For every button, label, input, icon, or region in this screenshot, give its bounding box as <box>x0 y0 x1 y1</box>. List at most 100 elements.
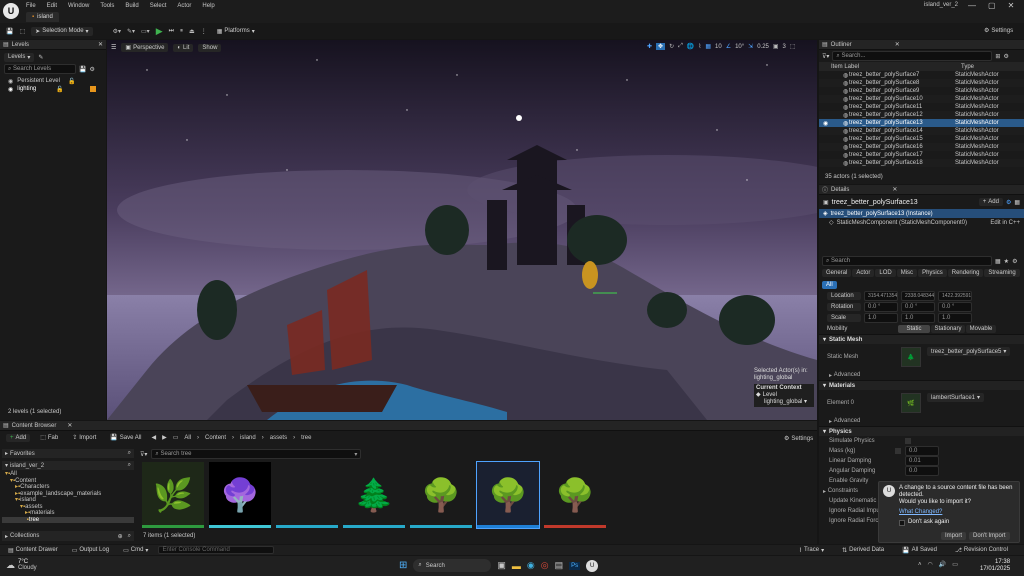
gear-icon[interactable]: ⚙ <box>89 66 94 73</box>
close-icon[interactable]: ✕ <box>1008 1 1015 10</box>
add-content-icon[interactable]: ▭▾ <box>141 28 150 35</box>
location-z[interactable]: 1422.392591 <box>938 290 972 301</box>
trace-button[interactable]: ⌇ Trace ▾ <box>795 546 828 555</box>
cinematics-icon[interactable]: ✎▾ <box>127 28 135 35</box>
derived-data-button[interactable]: ⇅ Derived Data <box>838 546 888 555</box>
output-log-button[interactable]: ▭ Output Log <box>68 546 113 555</box>
close-icon[interactable]: ✕ <box>98 41 106 48</box>
lock-icon[interactable]: 🔓 <box>68 78 75 85</box>
platforms-button[interactable]: ▦ Platforms ▾ <box>213 27 259 36</box>
filter-icon[interactable]: ⊽▾ <box>140 451 147 458</box>
actor-name-field[interactable]: treez_better_polySurface13 <box>832 199 918 206</box>
world-icon[interactable]: 🌐 <box>687 43 694 50</box>
photoshop-icon[interactable]: Ps <box>569 561 581 570</box>
pencil-icon[interactable]: ✎ <box>38 54 43 61</box>
menu-tools[interactable]: Tools <box>100 3 114 9</box>
menu-build[interactable]: Build <box>125 3 138 9</box>
menu-window[interactable]: Window <box>68 3 89 9</box>
grid-icon[interactable]: ▦ <box>1014 199 1020 206</box>
asset-search-input[interactable]: ⌕ Search tree ▾ <box>151 449 362 459</box>
lit-button[interactable]: ◐ Lit <box>173 43 194 52</box>
breadcrumb-island[interactable]: island <box>240 435 256 441</box>
asset-tile[interactable] <box>276 462 338 528</box>
eye-icon[interactable]: ◉ <box>823 120 831 127</box>
hamburger-menu-icon[interactable]: ☰ <box>111 44 116 51</box>
outliner-row[interactable]: ◍ treez_better_polySurface8 StaticMeshActo… <box>819 79 1024 87</box>
outliner-row[interactable]: ◍ treez_better_polySurface15 StaticMeshAct… <box>819 135 1024 143</box>
pause-icon[interactable]: ⏸ <box>180 28 183 35</box>
maximize-icon[interactable]: ▢ <box>988 1 996 10</box>
translate-icon[interactable]: ✥ <box>656 43 666 50</box>
rotate-icon[interactable]: ↻ <box>669 43 674 50</box>
static-mesh-advanced[interactable]: ▸ Advanced <box>819 370 1024 380</box>
asset-tile[interactable]: 🌿 <box>142 462 204 528</box>
component-instance-row[interactable]: ◈ treez_better_polySurface13 (Instance) <box>819 209 1024 218</box>
save-icon[interactable]: 💾 <box>79 66 86 73</box>
static-mesh-dropdown[interactable]: treez_better_polySurface5 ▾ <box>927 347 1011 356</box>
details-search-input[interactable]: ⌕ Search <box>822 256 992 266</box>
outliner-row[interactable]: ◍ treez_better_polySurface10 StaticMeshAct… <box>819 95 1024 103</box>
play-icon[interactable]: ▶ <box>156 26 163 37</box>
outliner-row[interactable]: ◍ treez_better_polySurface17 StaticMeshAct… <box>819 151 1024 159</box>
selection-mode-dropdown[interactable]: ➤ Selection Mode ▾ <box>31 26 93 36</box>
eye-icon[interactable]: ◉ <box>8 86 13 93</box>
show-button[interactable]: Show <box>198 43 222 52</box>
gear-icon[interactable]: ⚙ <box>1012 258 1017 265</box>
mobility-stationary[interactable]: Stationary <box>931 324 965 333</box>
project-tab[interactable]: ▪ island <box>26 12 59 22</box>
dont-ask-checkbox[interactable] <box>899 519 905 526</box>
mode-icon[interactable]: ⬚ <box>19 28 25 35</box>
rotation-y[interactable]: 0.0 ° <box>901 301 935 312</box>
outliner-tab[interactable]: ▤ Outliner ✕ <box>819 40 1024 50</box>
simulate-physics-checkbox[interactable] <box>905 438 911 444</box>
gear-icon[interactable]: ⚙ <box>1003 53 1008 60</box>
col-item-label[interactable]: Item Label <box>831 64 961 70</box>
outliner-row[interactable]: ◍ treez_better_polySurface9 StaticMeshActo… <box>819 87 1024 95</box>
eject-icon[interactable]: ⏏ <box>189 28 195 35</box>
rotation-dropdown[interactable]: Rotation <box>827 302 861 311</box>
battery-icon[interactable]: ▭ <box>952 561 958 568</box>
mobility-movable[interactable]: Movable <box>966 324 996 333</box>
lock-icon[interactable]: 🔓 <box>56 86 63 93</box>
store-icon[interactable]: ▤ <box>555 560 564 571</box>
star-icon[interactable]: ★ <box>1004 258 1009 265</box>
rotation-snap-icon[interactable]: ∠ <box>726 43 731 50</box>
add-icon[interactable]: ⊕ <box>118 533 123 540</box>
collections-section[interactable]: ▸ Collections ⊕ ⌕ <box>2 531 134 541</box>
outliner-row[interactable]: ◍ treez_better_polySurface14 StaticMeshAct… <box>819 127 1024 135</box>
windows-start-icon[interactable]: ⊞ <box>399 560 407 571</box>
minimize-icon[interactable]: — <box>968 1 976 10</box>
perspective-button[interactable]: ▣ Perspective <box>121 43 169 52</box>
content-drawer-button[interactable]: ▤ Content Drawer <box>4 546 62 555</box>
camera-speed-icon[interactable]: ▣ <box>773 43 779 50</box>
filter-misc[interactable]: Misc <box>896 269 918 278</box>
search-icon[interactable]: ⌕ <box>128 462 134 469</box>
dont-import-button[interactable]: Don't Import <box>969 532 1010 540</box>
breadcrumb-content[interactable]: Content <box>205 435 226 441</box>
weather-widget[interactable]: ☁ 7°C Cloudy <box>6 559 37 571</box>
menu-actor[interactable]: Actor <box>177 3 191 9</box>
scale-dropdown[interactable]: Scale <box>827 313 861 322</box>
materials-category[interactable]: ▾ Materials <box>819 380 1024 390</box>
favorites-section[interactable]: ▸ Favorites ⌕ <box>2 449 134 458</box>
component-row[interactable]: ◇ StaticMeshComponent (StaticMeshComponen… <box>819 218 1024 227</box>
content-settings-button[interactable]: ⚙ Settings <box>780 434 817 443</box>
save-icon[interactable]: 💾 <box>6 28 13 35</box>
levels-search-input[interactable]: ⌕ Search Levels <box>4 64 76 74</box>
taskbar-search[interactable]: ⌕ Search <box>413 559 492 572</box>
select-mode-icon[interactable]: ✚ <box>647 43 652 50</box>
content-browser-tab[interactable]: ▤ Content Browser ✕ <box>0 421 817 431</box>
menu-file[interactable]: File <box>26 3 36 9</box>
import-button[interactable]: Import <box>941 532 967 540</box>
outliner-row[interactable]: ◉ ◍ treez_better_polySurface13 StaticMeshAc… <box>819 119 1024 127</box>
back-icon[interactable]: ◀ <box>151 434 156 441</box>
rotation-x[interactable]: 0.0 ° <box>864 301 898 312</box>
asset-tile[interactable]: 🌳 <box>476 461 540 529</box>
close-icon[interactable]: ✕ <box>67 422 72 429</box>
project-section[interactable]: ▾ island_ver_2 ⌕ <box>2 461 134 470</box>
physics-category[interactable]: ▾ Physics <box>819 426 1024 436</box>
filter-rendering[interactable]: Rendering <box>947 269 984 278</box>
fab-button[interactable]: ⬚ Fab <box>36 433 62 442</box>
mobility-static[interactable]: Static <box>898 324 930 333</box>
outliner-search-input[interactable]: ⌕ Search... <box>832 51 993 61</box>
